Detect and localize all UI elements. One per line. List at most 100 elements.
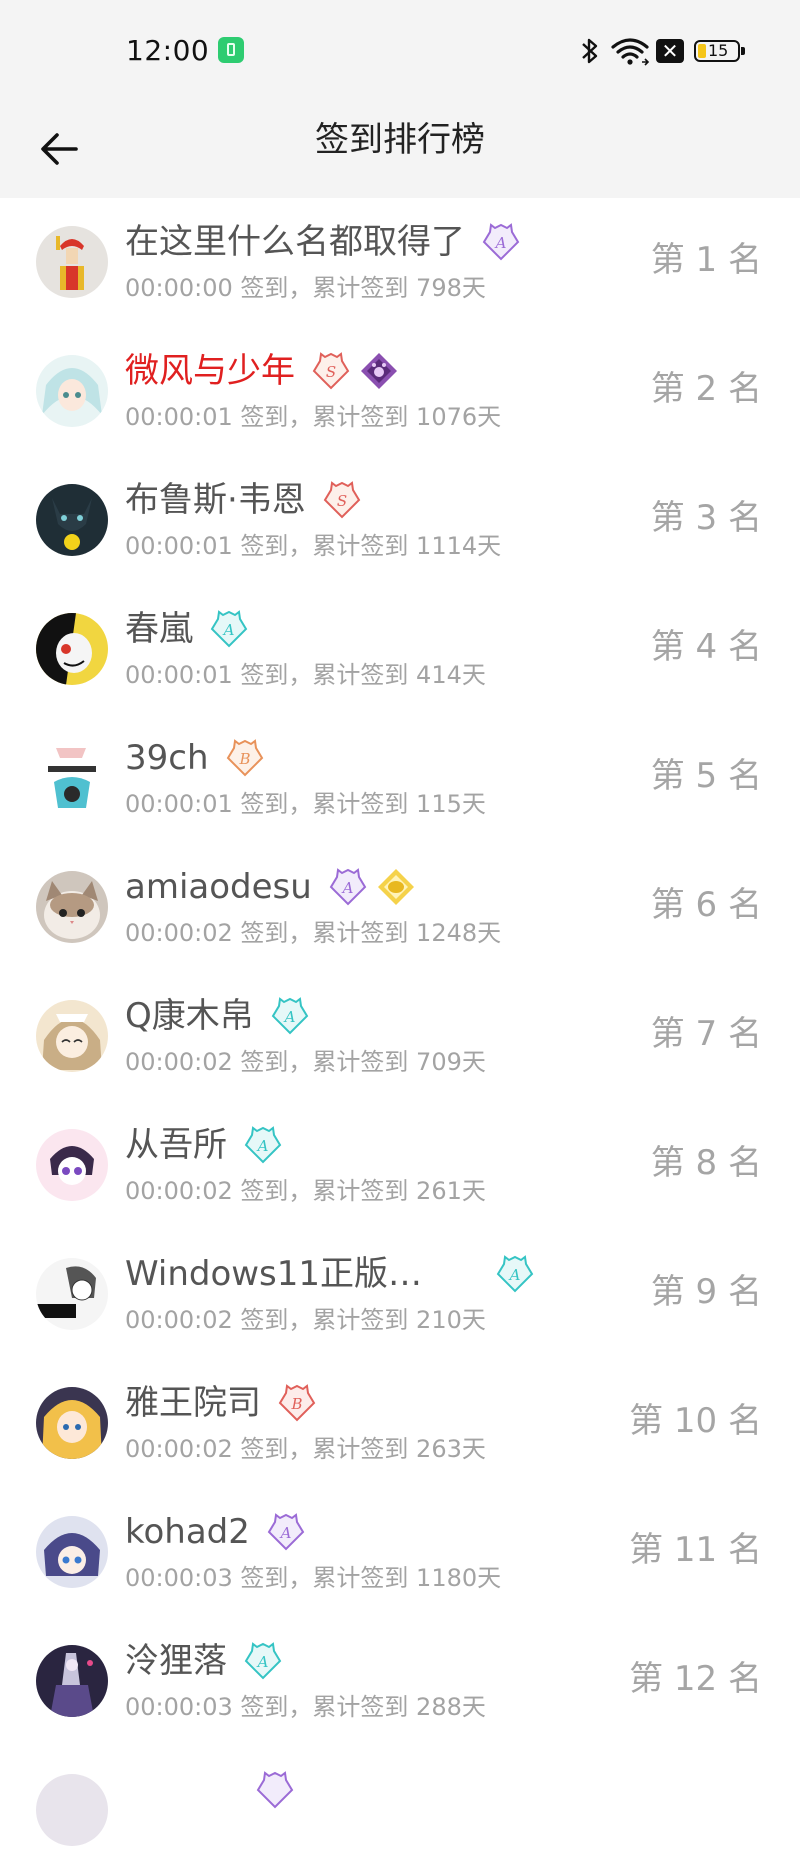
checkin-info: 00:00:02 签到，累计签到 1248天 xyxy=(125,919,502,947)
level-b-badge-icon: B xyxy=(226,739,263,777)
list-item[interactable]: kohad2 A 00:00:03 签到，累计签到 1180天 第 11 名 xyxy=(0,1488,800,1617)
rank-label: 第 11 名 xyxy=(629,1530,762,1570)
level-a-badge-icon: A xyxy=(271,997,309,1035)
checkin-info: 00:00:02 签到，累计签到 210天 xyxy=(125,1306,486,1334)
avatar[interactable] xyxy=(36,1129,108,1201)
checkin-info: 00:00:01 签到，累计签到 115天 xyxy=(125,790,486,818)
avatar[interactable] xyxy=(36,1387,108,1459)
leaderboard-list: 在这里什么名都取得了 A 00:00:00 签到，累计签到 798天 第 1 名… xyxy=(0,198,800,1875)
list-item[interactable]: 39ch B 00:00:01 签到，累计签到 115天 第 5 名 xyxy=(0,714,800,843)
svg-text:A: A xyxy=(256,1137,269,1155)
rank-label: 第 9 名 xyxy=(650,1272,762,1312)
svg-text:S: S xyxy=(337,492,347,510)
list-item[interactable]: 泠狸落 A 00:00:03 签到，累计签到 288天 第 12 名 xyxy=(0,1617,800,1746)
svg-text:A: A xyxy=(222,621,235,639)
rank-label: 第 2 名 xyxy=(650,369,762,409)
page-title: 签到排行榜 xyxy=(315,120,485,160)
level-a-badge-icon: A xyxy=(210,610,248,648)
level-a-badge-icon xyxy=(256,1771,294,1809)
level-a-badge-icon: A xyxy=(267,1513,305,1551)
list-item[interactable]: 在这里什么名都取得了 A 00:00:00 签到，累计签到 798天 第 1 名 xyxy=(0,198,800,327)
level-s-badge-icon: S xyxy=(312,352,350,390)
battery-app-icon xyxy=(218,37,244,63)
avatar[interactable] xyxy=(36,226,108,298)
level-a-badge-icon: A xyxy=(482,223,520,261)
medal-icon xyxy=(361,353,397,389)
battery-icon: 15 xyxy=(694,40,745,62)
status-time: 12:00 xyxy=(126,34,210,67)
avatar[interactable] xyxy=(36,484,108,556)
checkin-info: 00:00:03 签到，累计签到 288天 xyxy=(125,1693,486,1721)
avatar[interactable] xyxy=(36,1000,108,1072)
user-name[interactable]: 泠狸落 xyxy=(125,1639,227,1683)
checkin-info: 00:00:02 签到，累计签到 709天 xyxy=(125,1048,486,1076)
wifi-icon xyxy=(611,38,650,66)
list-item[interactable]: Windows11正版序… A 00:00:02 签到，累计签到 210天 第 … xyxy=(0,1230,800,1359)
status-bar: 12:00 ✕ 15 xyxy=(0,0,800,100)
checkin-info: 00:00:00 签到，累计签到 798天 xyxy=(125,274,486,302)
avatar[interactable] xyxy=(36,871,108,943)
avatar[interactable] xyxy=(36,1645,108,1717)
level-a-badge-icon: A xyxy=(244,1126,282,1164)
list-item-partial[interactable] xyxy=(0,1746,800,1875)
level-b-badge-icon: B xyxy=(278,1384,316,1422)
user-name[interactable]: 布鲁斯·韦恩 xyxy=(125,478,306,522)
svg-text:A: A xyxy=(256,1653,269,1671)
user-name[interactable]: Q康木帛 xyxy=(125,994,254,1038)
svg-text:A: A xyxy=(508,1266,521,1284)
list-item[interactable]: 雅王院司 B 00:00:02 签到，累计签到 263天 第 10 名 xyxy=(0,1359,800,1488)
svg-text:A: A xyxy=(494,234,507,252)
rank-label: 第 1 名 xyxy=(650,240,762,280)
list-item[interactable]: 微风与少年 S 00:00:01 签到，累计签到 1076天 第 2 名 xyxy=(0,327,800,456)
nav-bar: 签到排行榜 xyxy=(0,100,800,198)
user-name[interactable]: 雅王院司 xyxy=(125,1381,261,1425)
checkin-info: 00:00:03 签到，累计签到 1180天 xyxy=(125,1564,502,1592)
svg-text:S: S xyxy=(326,363,336,381)
svg-text:B: B xyxy=(290,1395,302,1413)
level-a-badge-icon: A xyxy=(329,868,367,906)
user-name[interactable]: kohad2 xyxy=(125,1510,250,1554)
avatar[interactable] xyxy=(36,1258,108,1330)
user-name[interactable]: 39ch xyxy=(125,736,209,780)
rank-label: 第 8 名 xyxy=(650,1143,762,1183)
list-item[interactable]: 布鲁斯·韦恩 S 00:00:01 签到，累计签到 1114天 第 3 名 xyxy=(0,456,800,585)
user-name[interactable]: amiaodesu xyxy=(125,865,312,909)
avatar[interactable] xyxy=(36,1516,108,1588)
rank-label: 第 6 名 xyxy=(650,885,762,925)
level-s-badge-icon: S xyxy=(323,481,361,519)
svg-text:A: A xyxy=(340,879,353,897)
avatar[interactable] xyxy=(36,742,108,814)
battery-level: 15 xyxy=(708,41,729,60)
avatar[interactable] xyxy=(36,613,108,685)
user-name[interactable]: 春嵐 xyxy=(125,607,193,651)
list-item[interactable]: Q康木帛 A 00:00:02 签到，累计签到 709天 第 7 名 xyxy=(0,972,800,1101)
avatar[interactable] xyxy=(36,1774,108,1846)
svg-text:A: A xyxy=(278,1524,291,1542)
list-item[interactable]: amiaodesu A 00:00:02 签到，累计签到 1248天 第 6 名 xyxy=(0,843,800,972)
checkin-info: 00:00:02 签到，累计签到 261天 xyxy=(125,1177,486,1205)
rank-label: 第 7 名 xyxy=(650,1014,762,1054)
user-name[interactable]: 微风与少年 xyxy=(125,349,295,393)
svg-text:A: A xyxy=(282,1008,295,1026)
svg-text:B: B xyxy=(238,750,250,768)
avatar[interactable] xyxy=(36,355,108,427)
rank-label: 第 10 名 xyxy=(629,1401,762,1441)
rank-label: 第 3 名 xyxy=(650,498,762,538)
user-name[interactable]: 在这里什么名都取得了 xyxy=(125,220,465,264)
checkin-info: 00:00:01 签到，累计签到 414天 xyxy=(125,661,486,689)
list-item[interactable]: 从吾所 A 00:00:02 签到，累计签到 261天 第 8 名 xyxy=(0,1101,800,1230)
checkin-info: 00:00:01 签到，累计签到 1076天 xyxy=(125,403,502,431)
medal-icon xyxy=(377,869,414,905)
user-name[interactable]: 从吾所 xyxy=(125,1123,227,1167)
rank-label: 第 12 名 xyxy=(629,1659,762,1699)
level-a-badge-icon: A xyxy=(244,1642,282,1680)
checkin-info: 00:00:02 签到，累计签到 263天 xyxy=(125,1435,486,1463)
list-item[interactable]: 春嵐 A 00:00:01 签到，累计签到 414天 第 4 名 xyxy=(0,585,800,714)
no-sim-icon: ✕ xyxy=(656,39,684,63)
back-arrow-icon[interactable] xyxy=(34,122,88,176)
user-name[interactable]: Windows11正版序… xyxy=(125,1252,455,1296)
rank-label: 第 4 名 xyxy=(650,627,762,667)
bluetooth-icon xyxy=(582,38,598,64)
level-a-badge-icon: A xyxy=(496,1255,534,1293)
rank-label: 第 5 名 xyxy=(650,756,762,796)
